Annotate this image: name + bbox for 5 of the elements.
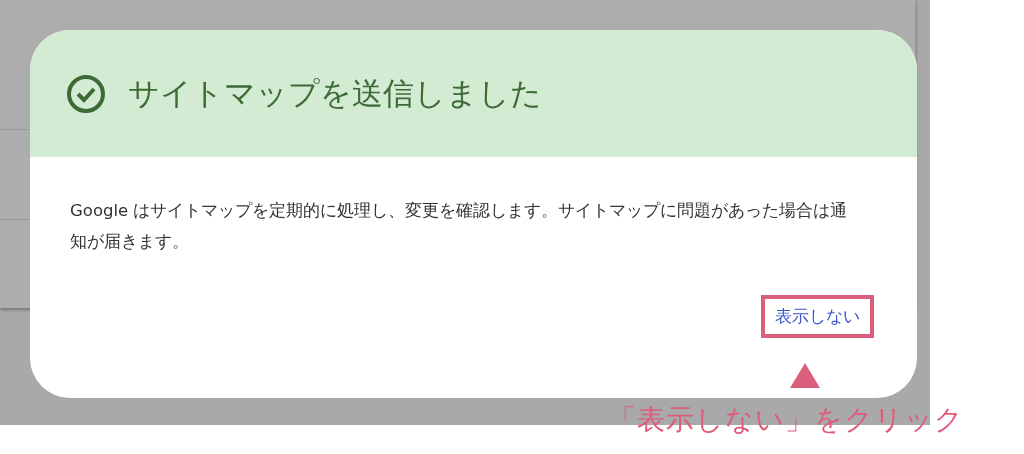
dismiss-button[interactable]: 表示しない bbox=[775, 305, 860, 328]
pointer-triangle-icon bbox=[790, 363, 820, 388]
dialog-title: サイトマップを送信しました bbox=[128, 73, 542, 113]
dialog-message: Google はサイトマップを定期的に処理し、変更を確認します。サイトマップに問題があった場合は通知が届きます。 bbox=[70, 200, 849, 253]
check-circle-icon bbox=[66, 73, 106, 114]
